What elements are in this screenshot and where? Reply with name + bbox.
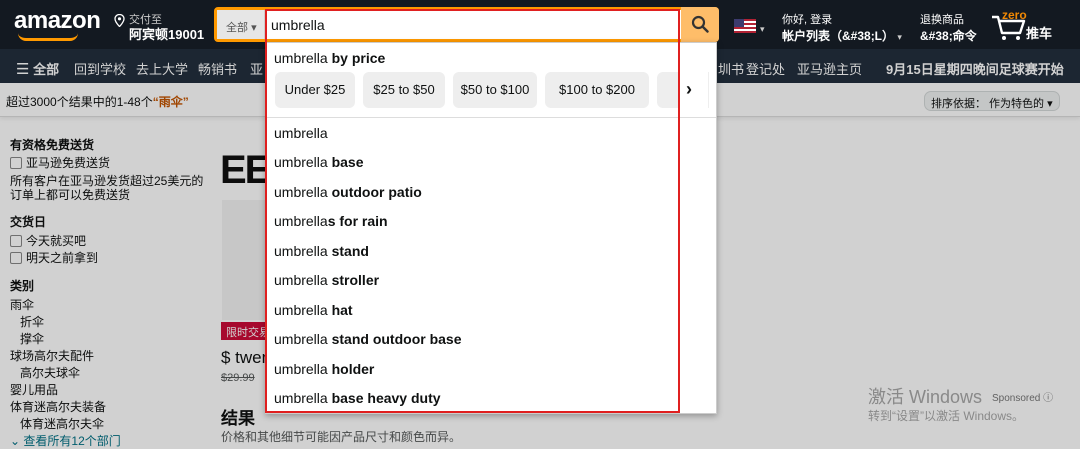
subnav-promo[interactable]: 9月15日星期四晚间足球赛开始 <box>886 59 1064 78</box>
subnav-item-amazon-home[interactable]: 亚马逊主页 <box>797 59 862 78</box>
suggestion-item[interactable]: umbrella stand <box>274 243 369 259</box>
see-all-departments-link[interactable]: ⌄ 查看所有12个部门 <box>10 432 121 449</box>
product-title[interactable]: $ twen <box>221 348 271 368</box>
free-shipping-checkbox[interactable]: 亚马逊免费送货 <box>10 154 110 171</box>
subnav-item-truncated[interactable]: 亚 <box>250 59 263 78</box>
delivery-today-checkbox[interactable]: 今天就买吧 <box>10 232 86 249</box>
free-shipping-note-2: 订单上都可以免费送货 <box>10 188 131 202</box>
search-button[interactable] <box>681 7 719 42</box>
language-caret-icon: ▾ <box>760 24 765 34</box>
suggestion-item[interactable]: umbrella <box>274 125 328 141</box>
category-heading: 类别 <box>10 279 35 293</box>
divider <box>266 117 716 118</box>
cart-label: 推车 <box>1026 26 1053 41</box>
suggestion-item[interactable]: umbrella base <box>274 154 364 170</box>
chevron-down-icon: ▾ <box>251 22 257 34</box>
sponsored-label: Sponsored ⓘ <box>992 393 1054 404</box>
us-flag-icon[interactable] <box>734 19 756 33</box>
checkbox-icon <box>10 157 22 169</box>
deliver-location: 阿宾顿19001 <box>129 27 205 42</box>
category-item[interactable]: 体育迷高尔夫装备 <box>10 398 106 415</box>
category-item[interactable]: 体育迷高尔夫伞 <box>20 415 104 432</box>
suggestion-item[interactable]: umbrella holder <box>274 361 374 377</box>
amazon-search-page: amazon 交付至 阿宾顿19001 全部 ▾ umbrella ▾ 你好, … <box>0 0 1080 449</box>
suggestion-item[interactable]: umbrella outdoor patio <box>274 184 422 200</box>
category-item[interactable]: 折伞 <box>20 313 44 330</box>
suggestion-item[interactable]: umbrella hat <box>274 302 353 318</box>
category-item[interactable]: 婴儿用品 <box>10 381 58 398</box>
results-heading: 结果 <box>221 409 255 428</box>
chips-next-button[interactable]: › <box>678 72 708 108</box>
results-subtext: 价格和其他细节可能因产品尺寸和颜色而异。 <box>221 430 462 444</box>
suggestion-item[interactable]: umbrella stand outdoor base <box>274 331 462 347</box>
activation-watermark: 激活 Windows <box>868 387 983 407</box>
results-query: “雨伞” <box>152 95 189 109</box>
account-lists[interactable]: 你好, 登录 帐户列表（&#38;L） ▾ <box>782 11 902 44</box>
search-icon <box>691 15 709 33</box>
search-suggestions-dropdown: umbrella by price Under $25 $25 to $50 $… <box>265 42 717 414</box>
subnav-item-books[interactable]: 圳书 <box>718 59 744 78</box>
amazon-logo[interactable]: amazon <box>14 7 101 35</box>
sort-select[interactable]: 排序依据： 作为特色的 ▾ <box>924 91 1060 111</box>
banner-text: EE <box>220 148 271 192</box>
hamburger-icon: ☰ <box>16 61 30 78</box>
product-list-price: $29.99 <box>221 372 255 384</box>
subnav-item-bestsellers[interactable]: 畅销书 <box>198 59 237 78</box>
subnav-item-back-to-school[interactable]: 回到学校 <box>74 59 126 78</box>
returns-orders[interactable]: 退换商品 &#38;命令 <box>920 11 977 44</box>
logo-smile-icon <box>18 33 78 41</box>
suggestion-item[interactable]: umbrella base heavy duty <box>274 390 441 406</box>
price-chip[interactable]: $100 to $200 <box>545 72 649 108</box>
checkbox-icon <box>10 252 22 264</box>
delivery-tomorrow-checkbox[interactable]: 明天之前拿到 <box>10 249 98 266</box>
delivery-day-heading: 交货日 <box>10 215 47 229</box>
orders-label: &#38;命令 <box>920 29 977 43</box>
free-shipping-heading: 有资格免费送货 <box>10 138 95 152</box>
chevron-down-icon: ▾ <box>897 32 902 42</box>
info-icon: ⓘ <box>1043 393 1054 404</box>
activation-watermark-sub: 转到“设置”以激活 Windows。 <box>868 409 1025 423</box>
search-bar: 全部 ▾ <box>214 7 719 42</box>
suggestion-item[interactable]: umbrellas for rain <box>274 213 388 229</box>
chevron-right-icon: › <box>686 79 692 99</box>
search-category-label: 全部 <box>226 22 248 34</box>
category-item[interactable]: 撑伞 <box>20 330 44 347</box>
price-section-title: umbrella by price <box>274 50 386 66</box>
chevron-down-icon: ▾ <box>1047 98 1053 110</box>
search-category-select[interactable]: 全部 ▾ <box>217 10 265 39</box>
category-item[interactable]: 高尔夫球伞 <box>20 364 80 381</box>
category-item[interactable]: 球场高尔夫配件 <box>10 347 94 364</box>
price-chips: Under $25 $25 to $50 $50 to $100 $100 to… <box>275 72 709 108</box>
category-item[interactable]: 雨伞 <box>10 296 34 313</box>
returns-label: 退换商品 <box>920 14 964 26</box>
subnav-item-registry[interactable]: 登记处 <box>746 59 785 78</box>
price-chip[interactable]: Under $25 <box>275 72 355 108</box>
search-input[interactable] <box>267 10 679 39</box>
price-chip[interactable]: $25 to $50 <box>363 72 445 108</box>
account-lists-label: 帐户列表（&#38;L） ▾ <box>782 29 902 43</box>
subnav-item-college[interactable]: 去上大学 <box>136 59 188 78</box>
cart-count: zero <box>1002 8 1027 22</box>
account-greeting: 你好, 登录 <box>782 14 833 26</box>
location-pin-icon <box>114 14 125 27</box>
suggestion-item[interactable]: umbrella stroller <box>274 272 379 288</box>
chevron-down-icon: ⌄ <box>10 434 21 448</box>
results-count: 超过3000个结果中的1-48个“雨伞” <box>6 95 189 109</box>
price-chip[interactable]: $50 to $100 <box>453 72 537 108</box>
all-menu-button[interactable]: ☰ 全部 <box>16 59 59 78</box>
checkbox-icon <box>10 235 22 247</box>
